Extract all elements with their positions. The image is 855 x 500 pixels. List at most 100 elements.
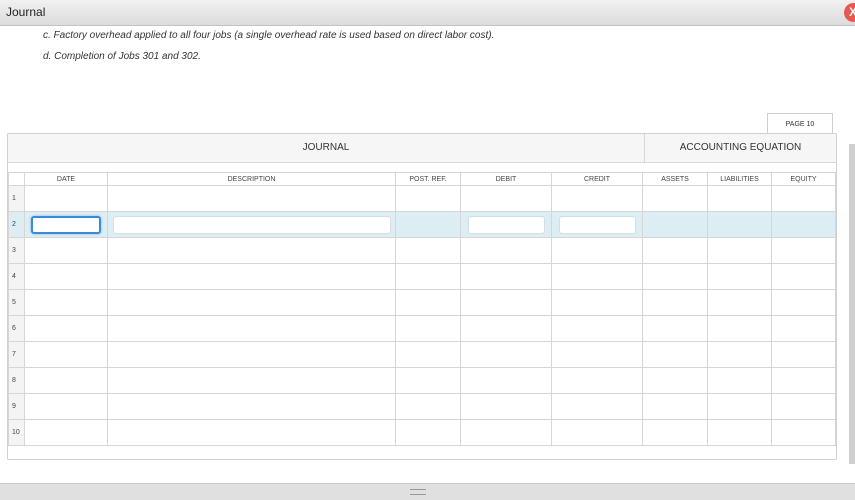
description-cell[interactable]	[107, 237, 396, 264]
table-row: 8	[8, 367, 836, 394]
equity-cell[interactable]	[771, 393, 836, 420]
date-cell[interactable]	[24, 185, 108, 212]
liabilities-cell[interactable]	[707, 237, 772, 264]
debit-cell[interactable]	[460, 263, 552, 290]
equity-cell[interactable]	[771, 211, 836, 238]
date-cell[interactable]	[24, 237, 108, 264]
date-cell[interactable]	[24, 211, 108, 238]
assets-cell[interactable]	[642, 367, 708, 394]
credit-input[interactable]	[558, 215, 636, 234]
date-cell[interactable]	[24, 263, 108, 290]
debit-cell[interactable]	[460, 211, 552, 238]
description-input[interactable]	[112, 215, 391, 234]
debit-cell[interactable]	[460, 315, 552, 342]
liabilities-cell[interactable]	[707, 289, 772, 316]
liabilities-cell[interactable]	[707, 185, 772, 212]
assets-cell[interactable]	[642, 393, 708, 420]
post-ref-cell[interactable]	[395, 263, 461, 290]
liabilities-cell[interactable]	[707, 367, 772, 394]
liabilities-cell[interactable]	[707, 341, 772, 368]
date-cell[interactable]	[24, 341, 108, 368]
description-cell[interactable]	[107, 185, 396, 212]
date-input[interactable]	[31, 215, 101, 234]
description-cell[interactable]	[107, 419, 396, 446]
equity-cell[interactable]	[771, 237, 836, 264]
equity-cell[interactable]	[771, 315, 836, 342]
vertical-scrollbar[interactable]	[849, 144, 855, 464]
instruction-d: d. Completion of Jobs 301 and 302.	[43, 51, 201, 62]
credit-cell[interactable]	[551, 315, 643, 342]
close-button[interactable]: X	[844, 3, 855, 22]
instruction-c: c. Factory overhead applied to all four …	[43, 30, 495, 41]
liabilities-cell[interactable]	[707, 315, 772, 342]
assets-cell[interactable]	[642, 419, 708, 446]
date-cell[interactable]	[24, 315, 108, 342]
assets-cell[interactable]	[642, 289, 708, 316]
credit-cell[interactable]	[551, 237, 643, 264]
debit-cell[interactable]	[460, 393, 552, 420]
journal-panel: JOURNAL ACCOUNTING EQUATION DATE DESCRIP…	[7, 133, 837, 460]
post-ref-cell[interactable]	[395, 289, 461, 316]
debit-input[interactable]	[467, 215, 545, 234]
credit-cell[interactable]	[551, 263, 643, 290]
debit-cell[interactable]	[460, 367, 552, 394]
date-cell[interactable]	[24, 393, 108, 420]
debit-cell[interactable]	[460, 185, 552, 212]
equity-cell[interactable]	[771, 289, 836, 316]
liabilities-cell[interactable]	[707, 419, 772, 446]
equity-cell[interactable]	[771, 263, 836, 290]
post-ref-cell[interactable]	[395, 393, 461, 420]
date-column-header: DATE	[24, 172, 108, 186]
table-row: 2	[8, 211, 836, 238]
post-ref-cell[interactable]	[395, 315, 461, 342]
equity-cell[interactable]	[771, 341, 836, 368]
assets-cell[interactable]	[642, 237, 708, 264]
liabilities-cell[interactable]	[707, 211, 772, 238]
date-cell[interactable]	[24, 419, 108, 446]
credit-cell[interactable]	[551, 341, 643, 368]
table-row: 10	[8, 419, 836, 446]
table-row: 3	[8, 237, 836, 264]
assets-cell[interactable]	[642, 263, 708, 290]
post-ref-cell[interactable]	[395, 211, 461, 238]
debit-cell[interactable]	[460, 237, 552, 264]
equity-cell[interactable]	[771, 367, 836, 394]
assets-cell[interactable]	[642, 341, 708, 368]
post-ref-cell[interactable]	[395, 419, 461, 446]
date-cell[interactable]	[24, 367, 108, 394]
resize-bar[interactable]	[0, 483, 855, 500]
table-row: 7	[8, 341, 836, 368]
credit-cell[interactable]	[551, 211, 643, 238]
assets-cell[interactable]	[642, 185, 708, 212]
description-cell[interactable]	[107, 289, 396, 316]
post-ref-cell[interactable]	[395, 341, 461, 368]
credit-cell[interactable]	[551, 367, 643, 394]
credit-cell[interactable]	[551, 393, 643, 420]
assets-cell[interactable]	[642, 315, 708, 342]
post-ref-cell[interactable]	[395, 237, 461, 264]
date-cell[interactable]	[24, 289, 108, 316]
row-number: 3	[8, 237, 25, 264]
liabilities-cell[interactable]	[707, 393, 772, 420]
credit-cell[interactable]	[551, 289, 643, 316]
liabilities-cell[interactable]	[707, 263, 772, 290]
description-cell[interactable]	[107, 211, 396, 238]
debit-column-header: DEBIT	[460, 172, 552, 186]
debit-cell[interactable]	[460, 289, 552, 316]
resize-grip-icon[interactable]	[410, 489, 426, 495]
post-ref-cell[interactable]	[395, 367, 461, 394]
equity-cell[interactable]	[771, 185, 836, 212]
page-tab[interactable]: PAGE 10	[767, 113, 833, 135]
post-ref-cell[interactable]	[395, 185, 461, 212]
description-cell[interactable]	[107, 315, 396, 342]
description-cell[interactable]	[107, 393, 396, 420]
credit-cell[interactable]	[551, 185, 643, 212]
description-cell[interactable]	[107, 367, 396, 394]
description-cell[interactable]	[107, 341, 396, 368]
equity-cell[interactable]	[771, 419, 836, 446]
description-cell[interactable]	[107, 263, 396, 290]
assets-cell[interactable]	[642, 211, 708, 238]
credit-cell[interactable]	[551, 419, 643, 446]
debit-cell[interactable]	[460, 419, 552, 446]
debit-cell[interactable]	[460, 341, 552, 368]
